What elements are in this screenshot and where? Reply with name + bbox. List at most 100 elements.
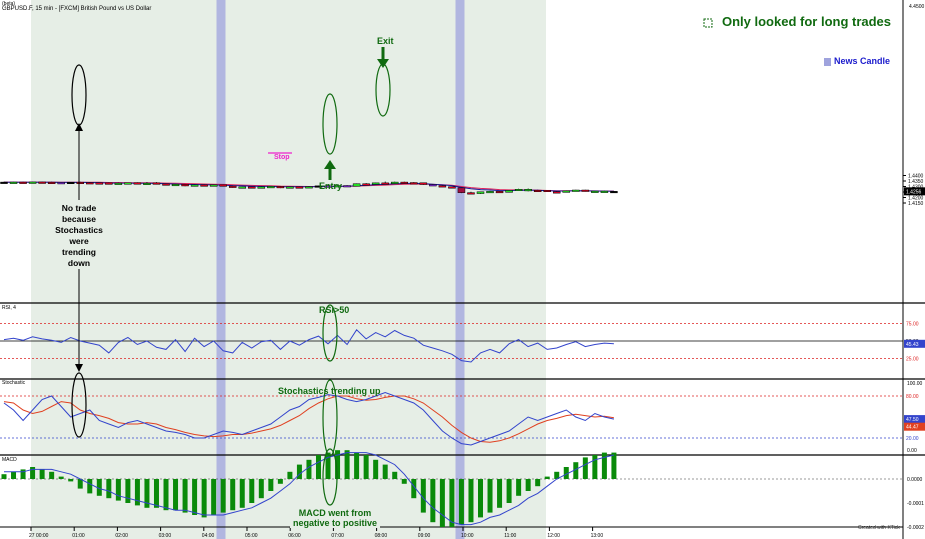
macd-bar	[373, 459, 379, 479]
macd-bar	[354, 452, 360, 479]
macd-bar	[201, 479, 207, 518]
candle-body	[419, 182, 428, 185]
time-tick-label: 07:00	[331, 533, 344, 539]
time-tick-label: 05:00	[245, 533, 258, 539]
macd-bar	[525, 479, 531, 491]
macd-bar	[87, 479, 93, 494]
candle-body	[591, 190, 599, 193]
candle-body	[171, 184, 180, 187]
price-tick-label: 1.4150	[908, 201, 924, 207]
macd-bar	[611, 452, 617, 479]
macd-bar	[1, 474, 7, 479]
macd-bar	[487, 479, 493, 513]
candle-body	[105, 182, 113, 185]
candle-body	[267, 186, 275, 189]
candle-body	[133, 182, 142, 185]
macd-tick-label: 0.0000	[907, 477, 923, 483]
no-trade-line: down	[67, 258, 91, 268]
macd-bar	[544, 476, 550, 479]
time-tick-label: 09:00	[418, 533, 431, 539]
candle-body	[572, 189, 580, 192]
candle-body	[552, 191, 561, 194]
news-band	[455, 0, 465, 539]
macd-bar	[39, 469, 45, 479]
news-candle-label: News Candle	[834, 56, 891, 66]
candle-body	[162, 183, 170, 186]
candle-body	[114, 182, 123, 185]
rsi-level-label: 25.00	[906, 357, 919, 363]
time-tick-label: 12:00	[547, 533, 560, 539]
candle-body	[410, 182, 418, 185]
candle-body	[238, 186, 246, 189]
macd-note-line: MACD went from	[298, 508, 372, 518]
macd-bar	[516, 479, 522, 496]
no-trade-line: No trade	[61, 203, 97, 213]
candle-body	[495, 191, 504, 194]
candle-body	[581, 189, 590, 192]
rsi-note: RSI>50	[319, 305, 350, 315]
candle-body	[228, 185, 237, 188]
macd-bar	[182, 479, 188, 513]
stoch-level-label: 20.00	[906, 436, 919, 442]
candle-body	[524, 189, 532, 192]
candle-body	[86, 182, 94, 185]
candle-body	[200, 184, 208, 187]
macd-bar	[153, 479, 159, 508]
candle-body	[543, 189, 551, 192]
macd-bar	[230, 479, 236, 511]
candle-body	[467, 192, 475, 195]
macd-bar	[468, 479, 474, 523]
stoch-tick-label: 0.00	[907, 448, 917, 454]
candle-body	[400, 181, 409, 184]
macd-bar	[68, 479, 74, 482]
macd-bar	[125, 479, 131, 503]
macd-bar	[392, 471, 398, 479]
time-tick-label: 27 00:00	[29, 533, 49, 539]
candle-body	[47, 181, 56, 184]
macd-tick-label: -0.0002	[907, 525, 924, 531]
candle-body	[57, 182, 65, 185]
time-tick-label: 06:00	[288, 533, 301, 539]
only-long-note: Only looked for long trades	[722, 14, 892, 29]
time-tick-label: 04:00	[202, 533, 215, 539]
candle-body	[438, 185, 447, 188]
macd-bar	[430, 479, 436, 523]
candle-body	[276, 186, 285, 189]
macd-note-line: negative to positive	[292, 518, 378, 528]
macd-bar	[211, 479, 217, 515]
macd-bar	[449, 479, 455, 527]
candle-body	[343, 185, 351, 188]
candle-body	[486, 191, 494, 194]
macd-bar	[115, 479, 121, 501]
footer-credit: Created with XTick	[858, 525, 900, 531]
candle-body	[286, 186, 294, 189]
price-tick-label: 4.4500	[909, 4, 925, 10]
entry-label: Entry	[319, 181, 343, 191]
candle-body	[152, 182, 161, 185]
candle-body	[257, 186, 266, 189]
no-trade-line: Stochastics	[55, 225, 103, 235]
time-tick-label: 08:00	[375, 533, 388, 539]
candle-body	[124, 182, 132, 185]
stoch-note: Stochastics trending up	[278, 386, 381, 396]
time-tick-label: 13:00	[591, 533, 604, 539]
macd-bar	[296, 464, 302, 479]
rsi-level-label: 75.00	[906, 322, 919, 328]
candle-body	[305, 186, 313, 189]
macd-bar	[277, 479, 283, 484]
macd-bar	[268, 479, 274, 491]
candle-body	[143, 182, 151, 185]
macd-bar	[192, 479, 198, 515]
candle-body	[505, 190, 513, 193]
macd-bar	[458, 479, 464, 525]
candle-body	[352, 183, 361, 187]
macd-note: MACD went from negative to positive	[290, 508, 380, 528]
candle-body	[76, 181, 84, 184]
exit-label: Exit	[377, 36, 394, 46]
macd-bar	[306, 459, 312, 479]
macd-bar	[220, 479, 226, 513]
candle-body	[610, 191, 618, 194]
no-trade-line: trending	[62, 247, 96, 257]
candle-body	[457, 187, 466, 193]
candle-body	[371, 182, 380, 185]
